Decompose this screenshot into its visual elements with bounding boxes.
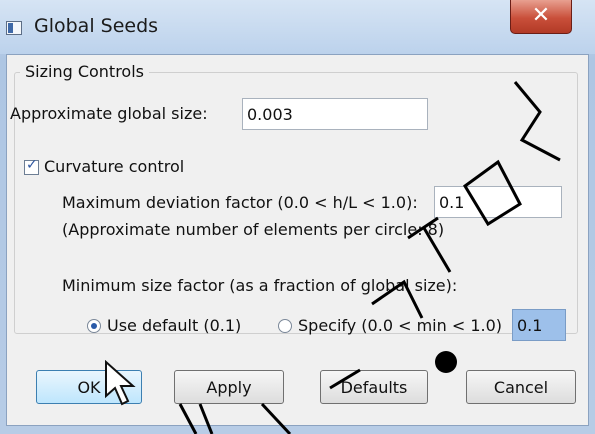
- global-seeds-dialog: Global Seeds ✕ Sizing Controls Approxima…: [0, 0, 595, 434]
- watermark-overlay: [178, 81, 561, 434]
